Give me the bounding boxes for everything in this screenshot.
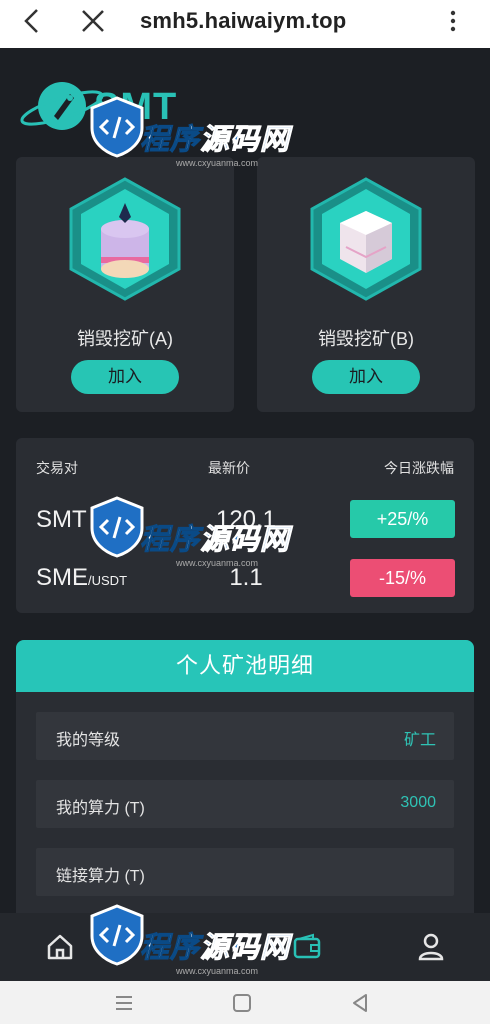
watermark-text: 程序源码网 bbox=[139, 932, 291, 965]
change-badge-smt: +25/% bbox=[350, 500, 455, 538]
pool-row-key: 链接算力 (T) bbox=[56, 868, 145, 885]
pool-row-power: 我的算力 (T) 3000 bbox=[36, 780, 454, 828]
mining-label-a: 销毁挖矿(A) bbox=[77, 329, 173, 349]
watermark-text: 程序源码网 bbox=[139, 124, 291, 157]
watermark-url: www.cxyuanma.com bbox=[176, 558, 259, 568]
watermark: 程序源码网 www.cxyuanma.com bbox=[88, 904, 298, 994]
mining-card-b: 销毁挖矿(B) 加入 bbox=[257, 157, 475, 412]
more-vertical-icon[interactable] bbox=[438, 6, 468, 36]
user-icon[interactable] bbox=[415, 931, 447, 963]
join-button-b[interactable]: 加入 bbox=[312, 360, 420, 394]
pool-row-level: 我的等级 矿工 bbox=[36, 712, 454, 760]
pool-row-key: 我的算力 (T) bbox=[56, 800, 145, 817]
pool-row-key: 我的等级 bbox=[56, 732, 121, 749]
mining-label-b: 销毁挖矿(B) bbox=[318, 329, 414, 349]
shield-code-icon bbox=[90, 904, 144, 966]
header-pair: 交易对 bbox=[36, 460, 78, 476]
pool-row-value: 矿工 bbox=[403, 732, 436, 749]
square-icon[interactable] bbox=[230, 991, 254, 1015]
menu-icon[interactable] bbox=[112, 991, 136, 1015]
close-icon[interactable] bbox=[78, 6, 108, 36]
join-button-a[interactable]: 加入 bbox=[71, 360, 179, 394]
pair-smt: SMT bbox=[36, 506, 87, 533]
header-price: 最新价 bbox=[208, 460, 250, 476]
watermark-url: www.cxyuanma.com bbox=[176, 966, 259, 976]
pool-title: 个人矿池明细 bbox=[16, 640, 474, 692]
url-text[interactable]: smh5.haiwaiym.top bbox=[140, 8, 346, 34]
watermark: 程序源码网 www.cxyuanma.com bbox=[88, 96, 298, 186]
watermark-url: www.cxyuanma.com bbox=[176, 158, 259, 168]
home-icon[interactable] bbox=[44, 931, 76, 963]
header-change: 今日涨跌幅 bbox=[384, 460, 454, 476]
shield-code-icon bbox=[90, 96, 144, 158]
pool-panel: 个人矿池明细 我的等级 矿工 我的算力 (T) 3000 链接算力 (T) bbox=[16, 640, 474, 930]
mining-card-a: 销毁挖矿(A) 加入 bbox=[16, 157, 234, 412]
mining-cylinder-icon bbox=[69, 177, 181, 301]
watermark: 程序源码网 www.cxyuanma.com bbox=[88, 496, 298, 586]
browser-bar: smh5.haiwaiym.top bbox=[0, 0, 490, 48]
pool-row-link-power: 链接算力 (T) bbox=[36, 848, 454, 896]
change-badge-sme: -15/% bbox=[350, 559, 455, 597]
shield-code-icon bbox=[90, 496, 144, 558]
triangle-back-icon[interactable] bbox=[348, 991, 372, 1015]
mining-box-icon bbox=[310, 177, 422, 301]
pool-row-value: 3000 bbox=[400, 794, 436, 811]
back-arrow-icon[interactable] bbox=[18, 6, 48, 36]
watermark-text: 程序源码网 bbox=[139, 524, 291, 557]
